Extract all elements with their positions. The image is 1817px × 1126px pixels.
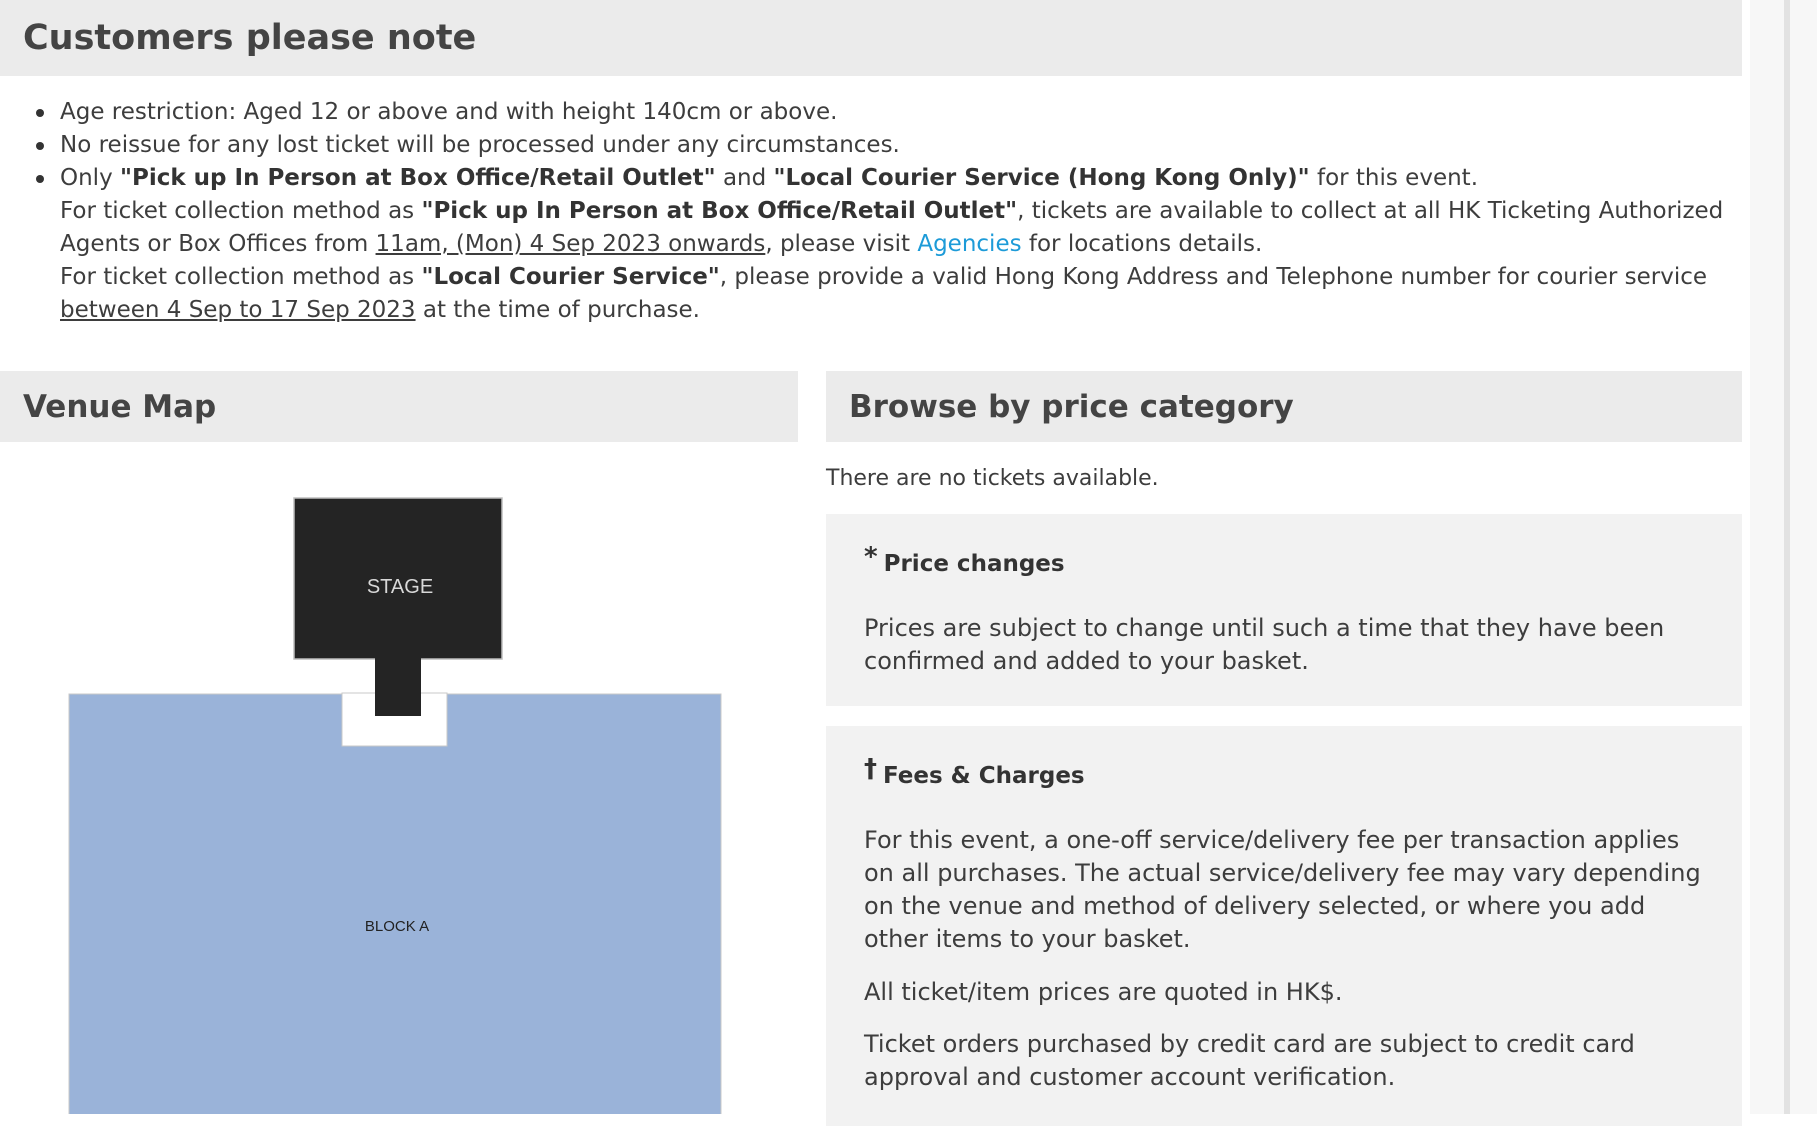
price-changes-title: * Price changes	[864, 542, 1065, 577]
method-pickup: "Pick up In Person at Box Office/Retail …	[120, 165, 716, 191]
note-age-restriction: Age restriction: Aged 12 or above and wi…	[36, 96, 1760, 129]
note-no-reissue: No reissue for any lost ticket will be p…	[36, 129, 1760, 162]
price-changes-text: Prices are subject to change until such …	[864, 614, 1665, 675]
method-courier: "Local Courier Service (Hong Kong Only)"	[773, 165, 1310, 191]
venue-map-header: Venue Map	[0, 371, 798, 442]
price-category-header: Browse by price category	[826, 371, 1742, 442]
price-changes-box: * Price changes Prices are subject to cha…	[826, 514, 1742, 706]
fees-text-currency: All ticket/item prices are quoted in HK$…	[864, 978, 1343, 1006]
stage-runway	[375, 658, 421, 716]
stage-label: STAGE	[367, 576, 433, 598]
price-category-title: Browse by price category	[849, 388, 1294, 425]
scrollbar-edge	[1784, 0, 1790, 1114]
agencies-link[interactable]: Agencies	[917, 231, 1021, 257]
courier-dates: between 4 Sep to 17 Sep 2023	[60, 297, 416, 323]
venue-map: STAGE BLOCK A	[0, 442, 798, 1126]
customers-note-title: Customers please note	[23, 18, 477, 58]
fees-text-service: For this event, a one-off service/delive…	[864, 826, 1701, 953]
asterisk-mark: *	[864, 542, 878, 572]
block-a-label: BLOCK A	[365, 918, 429, 935]
pickup-date: 11am, (Mon) 4 Sep 2023 onwards	[375, 231, 766, 257]
note-collection-methods: Only "Pick up In Person at Box Office/Re…	[36, 162, 1760, 327]
customers-note-header: Customers please note	[0, 0, 1742, 76]
page: Customers please note Age restriction: A…	[0, 0, 1750, 1126]
venue-map-svg: STAGE BLOCK A	[68, 497, 722, 1126]
venue-map-title: Venue Map	[23, 388, 217, 425]
fees-charges-box: † Fees & Charges For this event, a one-of…	[826, 726, 1742, 1126]
fees-charges-title: † Fees & Charges	[864, 754, 1085, 789]
fees-text-credit-card: Ticket orders purchased by credit card a…	[864, 1030, 1635, 1091]
scrollbar-track[interactable]	[1750, 0, 1817, 1114]
customers-note-list: Age restriction: Aged 12 or above and wi…	[0, 96, 1760, 327]
dagger-mark: †	[864, 754, 877, 784]
no-tickets-message: There are no tickets available.	[826, 466, 1159, 491]
block-a-area[interactable]	[68, 693, 722, 1126]
